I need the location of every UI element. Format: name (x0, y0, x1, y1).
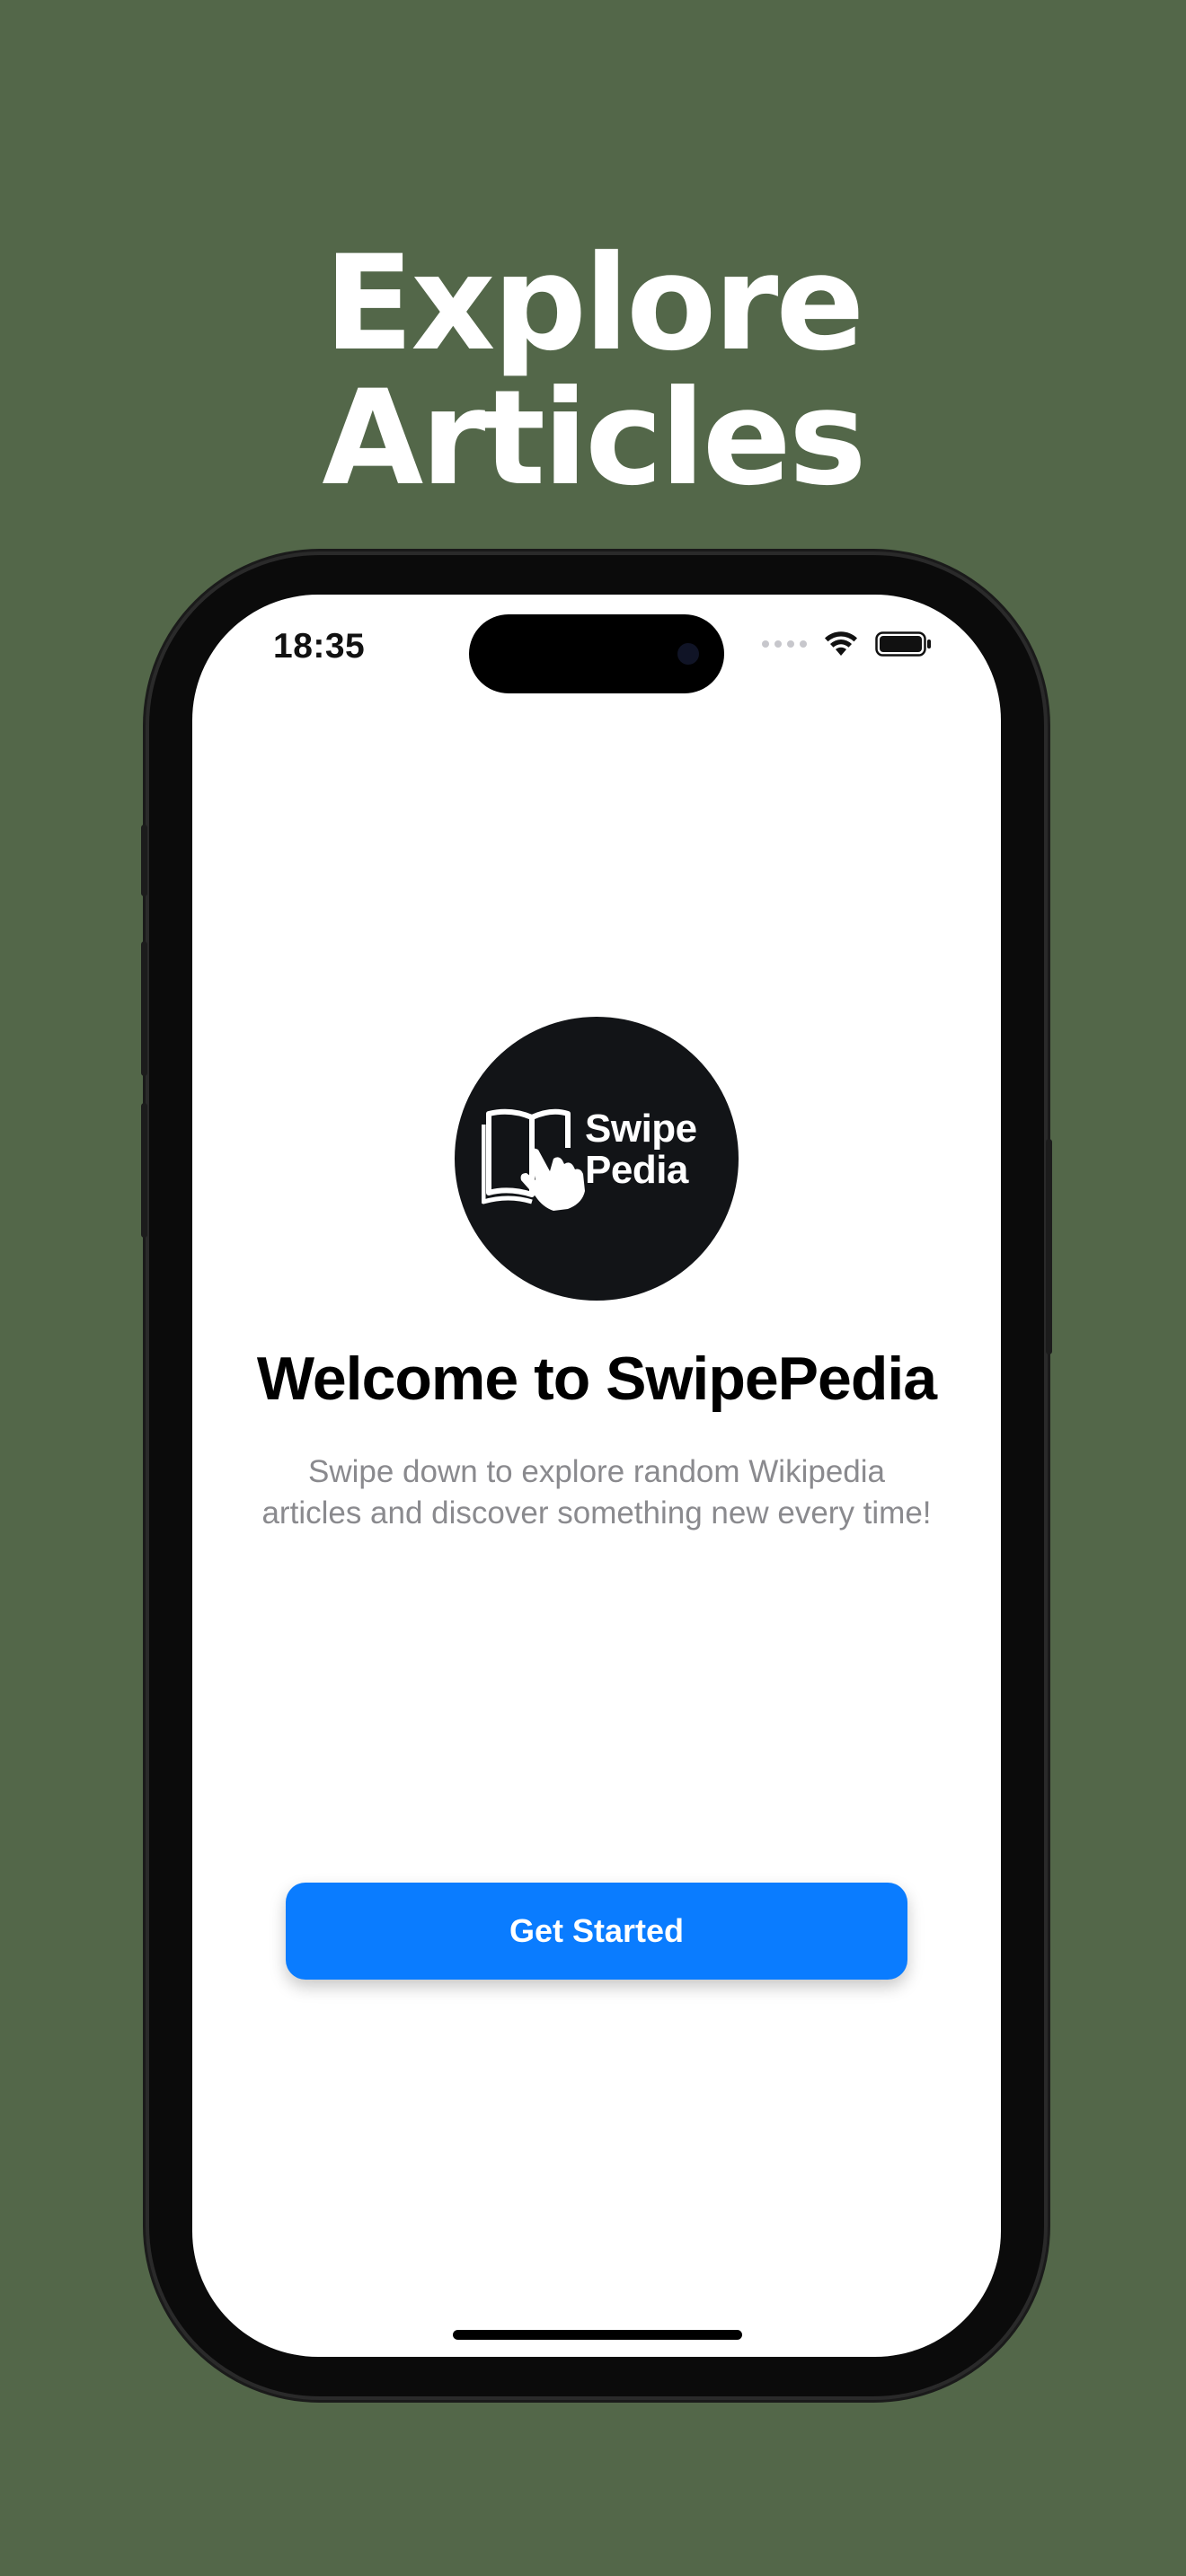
logo-wordmark: Swipe Pedia (585, 1108, 697, 1191)
book-hand-logo-icon (482, 1108, 585, 1211)
power-button (1046, 1139, 1052, 1354)
wifi-icon (825, 631, 857, 656)
status-indicators (762, 631, 933, 657)
home-indicator[interactable] (453, 2330, 742, 2340)
subtitle-line1: Swipe down to explore random Wikipedia (308, 1454, 885, 1489)
logo-text-line2: Pedia (585, 1148, 688, 1192)
app-logo: Swipe Pedia (455, 1017, 739, 1301)
get-started-button[interactable]: Get Started (286, 1883, 907, 1980)
logo-text-line1: Swipe (585, 1107, 697, 1151)
welcome-subtitle: Swipe down to explore random Wikipedia a… (192, 1451, 1001, 1534)
volume-up-button (141, 941, 147, 1076)
welcome-title: Welcome to SwipePedia (256, 1345, 937, 1413)
dynamic-island (469, 614, 724, 693)
volume-down-button (141, 1103, 147, 1238)
subtitle-line2: articles and discover something new ever… (261, 1495, 932, 1531)
cellular-signal-icon (762, 640, 807, 648)
promo-headline-line2: Articles (322, 361, 866, 515)
promo-headline: Explore Articles (0, 236, 1186, 506)
status-time: 18:35 (273, 627, 366, 666)
camera-icon (677, 643, 699, 665)
phone-frame: 18:35 Swipe Pedia Welcome to SwipePedia … (141, 555, 1052, 2396)
app-screen: 18:35 Swipe Pedia Welcome to SwipePedia … (192, 595, 1001, 2357)
battery-icon (875, 631, 931, 657)
promo-headline-line1: Explore (323, 226, 865, 380)
action-button (141, 825, 147, 896)
